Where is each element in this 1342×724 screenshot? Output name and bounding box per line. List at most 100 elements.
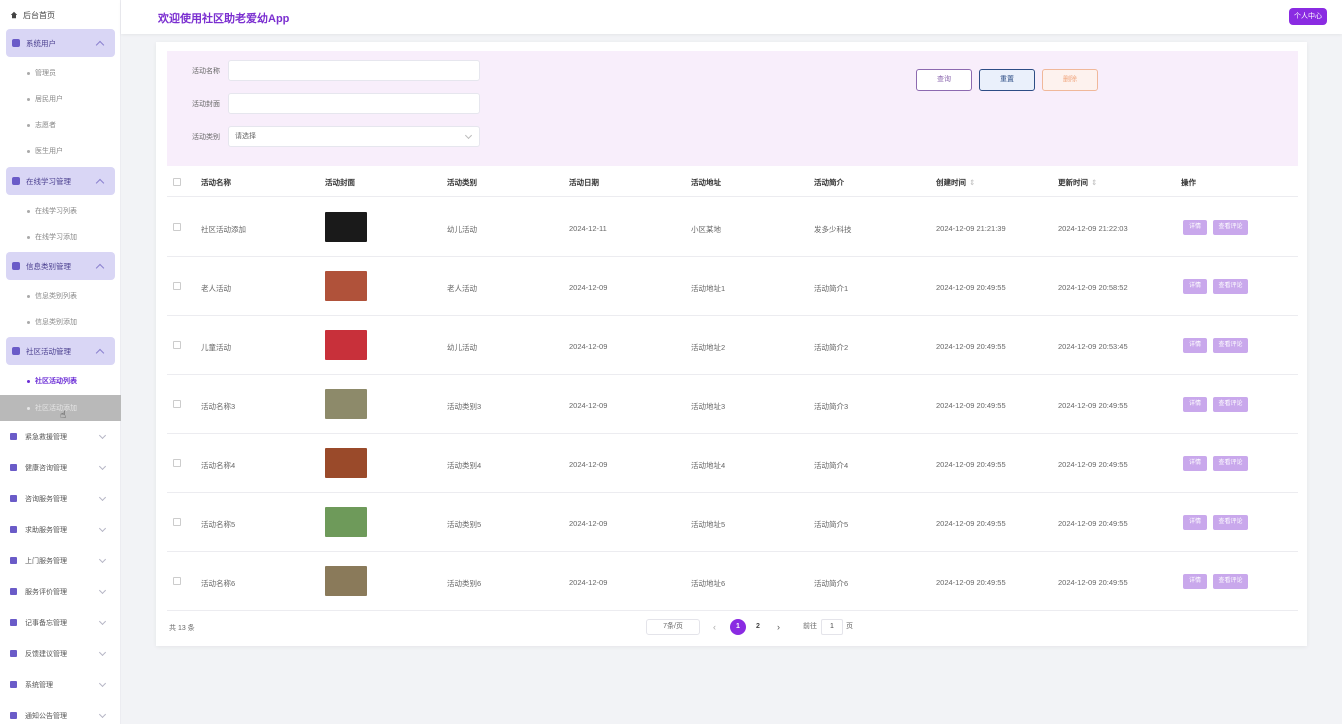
next-page-button[interactable]: › [777,619,780,635]
sort-icon: ⇕ [1091,178,1098,187]
sidebar-group-system[interactable]: 系统管理 [0,669,121,700]
detail-button[interactable]: 详情 [1183,338,1207,353]
sidebar-group-help[interactable]: 求助服务管理 [0,514,121,545]
user-icon [12,39,20,47]
cell-name: 活动名称5 [201,520,236,529]
cell-address: 活动地址6 [691,579,726,588]
activity-cover-image [325,330,367,360]
cell-name: 儿童活动 [201,343,231,352]
cell-created: 2024-12-09 20:49:55 [936,283,1006,292]
row-checkbox[interactable] [173,459,181,467]
settings-icon [10,681,17,688]
sidebar-item-category-add[interactable]: 信息类别添加 [0,309,121,335]
view-reviews-button[interactable]: 查看评论 [1213,574,1248,589]
cell-type: 幼儿活动 [447,343,477,352]
reset-button[interactable]: 重置 [979,69,1035,91]
page-2[interactable]: 2 [750,619,766,635]
sidebar-item-activity-list[interactable]: 社区活动列表 [0,368,121,394]
sidebar-group-rating[interactable]: 服务评价管理 [0,576,121,607]
activity-cover-image [325,389,367,419]
goto-input[interactable]: 1 [821,619,843,635]
sidebar-home[interactable]: 后台首页 [10,8,55,22]
sidebar-group-home-service[interactable]: 上门服务管理 [0,545,121,576]
prev-page-button[interactable]: ‹ [713,619,716,635]
chevron-down-icon [98,679,107,687]
sidebar-item-label: 居民用户 [35,96,63,103]
header-updated[interactable]: 更新时间 ⇕ [1058,177,1097,188]
view-reviews-button[interactable]: 查看评论 [1213,456,1248,471]
sidebar-item-label: 在线学习列表 [35,208,77,215]
cell-updated: 2024-12-09 20:49:55 [1058,401,1128,410]
sidebar-group-consult[interactable]: 咨询服务管理 [0,483,121,514]
sidebar-item-doctors[interactable]: 医生用户 [0,138,121,164]
sidebar: 后台首页 系统用户 管理员 居民用户 志愿者 医生用户 在线学习管理 在线学习列… [0,0,121,724]
row-checkbox[interactable] [173,341,181,349]
sidebar-item-learning-list[interactable]: 在线学习列表 [0,198,121,224]
detail-button[interactable]: 详情 [1183,574,1207,589]
detail-button[interactable]: 详情 [1183,397,1207,412]
header-created[interactable]: 创建时间 ⇕ [936,177,975,188]
cover-label: 活动封面 [192,101,220,108]
sidebar-item-volunteers[interactable]: 志愿者 [0,112,121,138]
activity-cover-image [325,566,367,596]
name-input[interactable] [228,60,480,81]
sidebar-group-memo[interactable]: 记事备忘管理 [0,607,121,638]
cell-created: 2024-12-09 20:49:55 [936,578,1006,587]
sidebar-group-info-category[interactable]: 信息类别管理 [6,252,115,280]
activity-cover-image [325,212,367,242]
view-reviews-button[interactable]: 查看评论 [1213,515,1248,530]
notice-icon [10,712,17,719]
header-actions: 操作 [1181,178,1196,187]
chevron-down-icon [98,555,107,563]
cell-address: 小区某地 [691,225,721,234]
sidebar-group-label: 在线学习管理 [26,176,71,186]
sidebar-item-residents[interactable]: 居民用户 [0,86,121,112]
row-checkbox[interactable] [173,282,181,290]
sidebar-group-system-users[interactable]: 系统用户 [6,29,115,57]
row-checkbox[interactable] [173,518,181,526]
sidebar-group-community-activity[interactable]: 社区活动管理 [6,337,115,365]
row-checkbox[interactable] [173,577,181,585]
view-reviews-button[interactable]: 查看评论 [1213,338,1248,353]
page-1[interactable]: 1 [730,619,746,635]
activity-cover-image [325,507,367,537]
delete-button[interactable]: 删除 [1042,69,1098,91]
detail-button[interactable]: 详情 [1183,515,1207,530]
sidebar-group-emergency[interactable]: 紧急救援管理 [0,421,121,452]
cell-type: 活动类别4 [447,461,482,470]
list-icon [10,588,17,595]
cell-created: 2024-12-09 20:49:55 [936,401,1006,410]
select-all-checkbox[interactable] [173,178,181,186]
sidebar-item-admin[interactable]: 管理员 [0,60,121,86]
type-select[interactable]: 请选择 [228,126,480,147]
sidebar-group-health[interactable]: 健康咨询管理 [0,452,121,483]
user-center-button[interactable]: 个人中心 [1289,8,1327,25]
cell-address: 活动地址1 [691,284,726,293]
sidebar-group-online-learning[interactable]: 在线学习管理 [6,167,115,195]
feedback-icon [10,650,17,657]
chevron-up-icon [95,40,105,49]
sidebar-item-learning-add[interactable]: 在线学习添加 [0,224,121,250]
view-reviews-button[interactable]: 查看评论 [1213,397,1248,412]
page-size-select[interactable]: 7条/页 [646,619,700,635]
row-checkbox[interactable] [173,400,181,408]
header-type: 活动类别 [447,178,477,187]
dot-icon [27,235,30,239]
cell-type: 活动类别5 [447,520,482,529]
cover-input[interactable] [228,93,480,114]
query-button[interactable]: 查询 [916,69,972,91]
view-reviews-button[interactable]: 查看评论 [1213,220,1248,235]
view-reviews-button[interactable]: 查看评论 [1213,279,1248,294]
detail-button[interactable]: 详情 [1183,456,1207,471]
sidebar-group-feedback[interactable]: 反馈建议管理 [0,638,121,669]
sidebar-item-category-list[interactable]: 信息类别列表 [0,283,121,309]
sidebar-group-notice[interactable]: 通知公告管理 [0,700,121,724]
detail-button[interactable]: 详情 [1183,220,1207,235]
cell-intro: 发多少科技 [814,225,852,234]
sidebar-home-label: 后台首页 [23,10,55,20]
dot-icon [27,406,30,410]
app-title: 欢迎使用社区助老爱幼App [158,13,290,25]
top-bar: 欢迎使用社区助老爱幼App 个人中心 [121,0,1342,34]
row-checkbox[interactable] [173,223,181,231]
detail-button[interactable]: 详情 [1183,279,1207,294]
